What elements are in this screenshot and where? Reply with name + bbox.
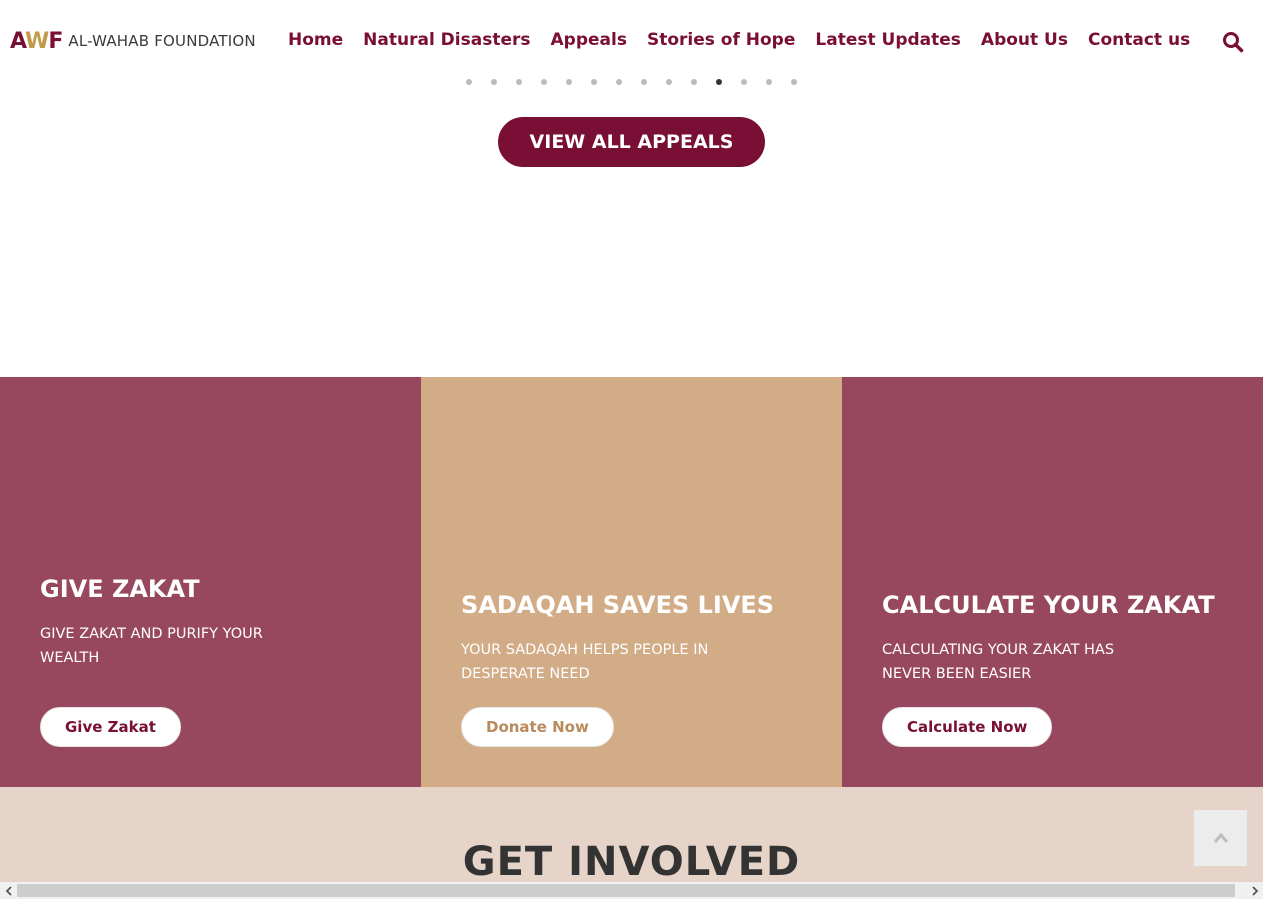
carousel-dot[interactable] [491,79,497,85]
donate-now-button[interactable]: Donate Now [461,707,614,747]
panel-subtitle: YOUR SADAQAH HELPS PEOPLE IN DESPERATE N… [461,642,709,682]
panel-sadaqah: SADAQAH SAVES LIVES YOUR SADAQAH HELPS P… [421,377,842,787]
carousel-dots [466,79,816,85]
carousel-dot[interactable] [541,79,547,85]
panel-title: GIVE ZAKAT [40,575,200,603]
panel-subtitle: CALCULATING YOUR ZAKAT HAS NEVER BEEN EA… [882,642,1115,682]
section-title: GET INVOLVED [462,839,801,885]
cta-panels: GIVE ZAKAT GIVE ZAKAT AND PURIFY YOUR WE… [0,377,1263,787]
nav-home[interactable]: Home [288,30,343,50]
carousel-dot[interactable] [766,79,772,85]
carousel-dot[interactable] [591,79,597,85]
chevron-left-icon [5,885,12,896]
carousel-dot[interactable] [666,79,672,85]
chevron-up-icon [1213,832,1228,843]
search-icon[interactable] [1222,31,1244,53]
panel-calculate-zakat: CALCULATE YOUR ZAKAT CALCULATING YOUR ZA… [842,377,1263,787]
logo-text: AL-WAHAB FOUNDATION [68,32,256,50]
panel-title: SADAQAH SAVES LIVES [461,591,775,619]
carousel-dot[interactable] [641,79,647,85]
carousel-dot[interactable] [466,79,472,85]
panel-give-zakat: GIVE ZAKAT GIVE ZAKAT AND PURIFY YOUR WE… [0,377,421,787]
scrollbar-thumb[interactable] [17,884,1235,897]
chevron-right-icon [1251,885,1258,896]
nav-about-us[interactable]: About Us [981,30,1068,50]
site-header: AWF AL-WAHAB FOUNDATION Home Natural Dis… [0,0,1263,82]
horizontal-scrollbar[interactable] [0,882,1263,899]
panel-title: CALCULATE YOUR ZAKAT [882,591,1215,619]
view-all-appeals-button[interactable]: VIEW ALL APPEALS [498,117,765,167]
carousel-dot[interactable] [691,79,697,85]
carousel-dot[interactable] [616,79,622,85]
scroll-to-top-button[interactable] [1194,810,1247,866]
calculate-now-button[interactable]: Calculate Now [882,707,1053,747]
nav-natural-disasters[interactable]: Natural Disasters [363,30,530,50]
nav-contact-us[interactable]: Contact us [1088,30,1190,50]
carousel-dot[interactable] [566,79,572,85]
scroll-left-button[interactable] [0,882,17,899]
give-zakat-button[interactable]: Give Zakat [40,707,181,747]
carousel-dot[interactable] [791,79,797,85]
nav-appeals[interactable]: Appeals [551,30,627,50]
nav-latest-updates[interactable]: Latest Updates [815,30,961,50]
carousel-dot[interactable] [716,79,722,85]
carousel-dot[interactable] [741,79,747,85]
logo-mark: AWF [10,28,63,54]
carousel-dot[interactable] [516,79,522,85]
logo[interactable]: AWF AL-WAHAB FOUNDATION [10,26,256,56]
panel-subtitle: GIVE ZAKAT AND PURIFY YOUR WEALTH [40,626,263,666]
nav-stories-of-hope[interactable]: Stories of Hope [647,30,795,50]
main-nav: Home Natural Disasters Appeals Stories o… [288,30,1210,50]
scroll-right-button[interactable] [1246,882,1263,899]
